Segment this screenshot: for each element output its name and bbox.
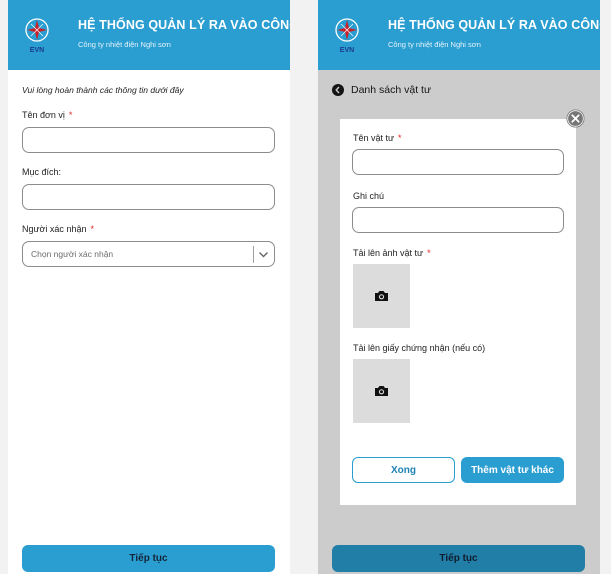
form-instruction: Vui lòng hoàn thành các thông tin dưới đ… xyxy=(22,85,184,95)
close-icon[interactable] xyxy=(566,109,585,128)
photo-upload-box[interactable] xyxy=(353,264,410,328)
add-another-material-button[interactable]: Thêm vật tư khác xyxy=(461,457,564,483)
add-material-modal: Tên vật tư * Ghi chú Tải lên ảnh vật tư * … xyxy=(340,119,576,505)
approver-select[interactable]: Chọn người xác nhận xyxy=(22,241,275,267)
material-name-input[interactable] xyxy=(352,149,564,175)
certificate-upload-label: Tải lên giấy chứng nhận (nếu có) xyxy=(353,343,486,353)
approver-select-placeholder: Chọn người xác nhận xyxy=(31,249,114,259)
select-divider xyxy=(253,246,254,263)
photo-upload-label-text: Tải lên ảnh vật tư xyxy=(353,248,424,258)
approver-label: Người xác nhận * xyxy=(22,224,94,234)
app-subtitle: Công ty nhiệt điện Nghi sơn xyxy=(388,40,481,49)
unit-label-text: Tên đơn vị xyxy=(22,110,65,120)
purpose-label: Mục đích: xyxy=(22,167,62,177)
app-header: EVN HỆ THỐNG QUẢN LÝ RA VÀO CÔNG TY Công… xyxy=(8,0,290,70)
logo-text: EVN xyxy=(30,47,44,54)
photo-upload-label: Tải lên ảnh vật tư * xyxy=(353,248,431,258)
continue-button[interactable]: Tiếp tục xyxy=(22,545,275,572)
note-input[interactable] xyxy=(352,207,564,233)
certificate-upload-box[interactable] xyxy=(353,359,410,423)
camera-icon xyxy=(375,386,388,396)
evn-logo-icon: EVN xyxy=(335,18,359,54)
note-label: Ghi chú xyxy=(353,191,385,201)
purpose-input[interactable] xyxy=(22,184,275,210)
material-name-label: Tên vật tư * xyxy=(353,133,402,143)
required-mark: * xyxy=(427,248,431,258)
materials-screen: EVN HỆ THỐNG QUẢN LÝ RA VÀO CÔNG TY Công… xyxy=(318,0,600,574)
app-title: HỆ THỐNG QUẢN LÝ RA VÀO CÔNG TY xyxy=(78,18,290,32)
approver-label-text: Người xác nhận xyxy=(22,224,87,234)
unit-input[interactable] xyxy=(22,127,275,153)
required-mark: * xyxy=(398,133,402,143)
unit-label: Tên đơn vị * xyxy=(22,110,72,120)
app-header: EVN HỆ THỐNG QUẢN LÝ RA VÀO CÔNG TY Công… xyxy=(318,0,600,70)
camera-icon xyxy=(375,291,388,301)
app-subtitle: Công ty nhiệt điện Nghi sơn xyxy=(78,40,171,49)
done-button[interactable]: Xong xyxy=(352,457,455,483)
material-name-label-text: Tên vật tư xyxy=(353,133,395,143)
logo-text: EVN xyxy=(340,47,354,54)
chevron-down-icon[interactable] xyxy=(257,248,270,261)
form-screen: EVN HỆ THỐNG QUẢN LÝ RA VÀO CÔNG TY Công… xyxy=(8,0,290,574)
required-mark: * xyxy=(90,224,94,234)
required-mark: * xyxy=(68,110,73,120)
evn-logo-icon: EVN xyxy=(25,18,49,54)
app-title: HỆ THỐNG QUẢN LÝ RA VÀO CÔNG TY xyxy=(388,18,600,32)
